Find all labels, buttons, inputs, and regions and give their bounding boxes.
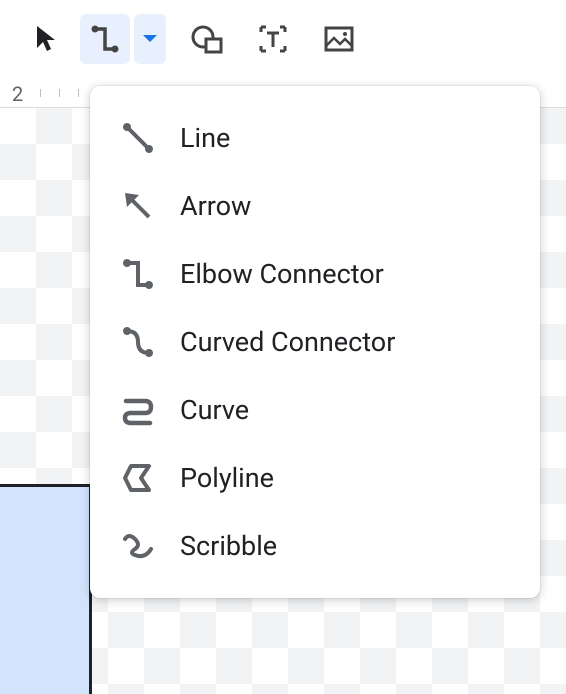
menu-item-scribble[interactable]: Scribble [90,512,540,580]
menu-item-label: Arrow [180,190,251,222]
menu-item-label: Line [180,122,230,154]
menu-item-curve[interactable]: Curve [90,376,540,444]
curve-icon [120,392,156,428]
menu-item-arrow[interactable]: Arrow [90,172,540,240]
arrow-icon [120,188,156,224]
menu-item-label: Elbow Connector [180,258,384,290]
line-dropdown-menu: Line Arrow Elbow Connector [90,86,540,598]
cursor-icon [34,24,60,54]
menu-item-line[interactable]: Line [90,104,540,172]
elbow-connector-icon [120,256,156,292]
menu-item-label: Polyline [180,462,274,494]
menu-item-label: Scribble [180,530,277,562]
text-box-icon [258,24,288,54]
caret-down-icon [142,34,158,44]
curved-connector-icon [120,324,156,360]
polyline-icon [120,460,156,496]
menu-item-elbow-connector[interactable]: Elbow Connector [90,240,540,308]
ruler-label: 2 [12,82,23,106]
shape-tool-button[interactable] [182,14,232,64]
select-tool-button[interactable] [22,14,72,64]
shape-icon [191,24,223,54]
menu-item-label: Curve [180,394,249,426]
image-icon [324,26,354,52]
text-box-button[interactable] [248,14,298,64]
line-tool-dropdown-button[interactable] [134,14,166,64]
scribble-icon [120,528,156,564]
line-tool-button[interactable] [80,14,130,64]
menu-item-label: Curved Connector [180,326,395,358]
image-button[interactable] [314,14,364,64]
elbow-connector-icon [90,24,120,54]
line-icon [120,120,156,156]
shape-rectangle[interactable] [0,484,92,694]
menu-item-curved-connector[interactable]: Curved Connector [90,308,540,376]
menu-item-polyline[interactable]: Polyline [90,444,540,512]
toolbar [0,0,566,78]
